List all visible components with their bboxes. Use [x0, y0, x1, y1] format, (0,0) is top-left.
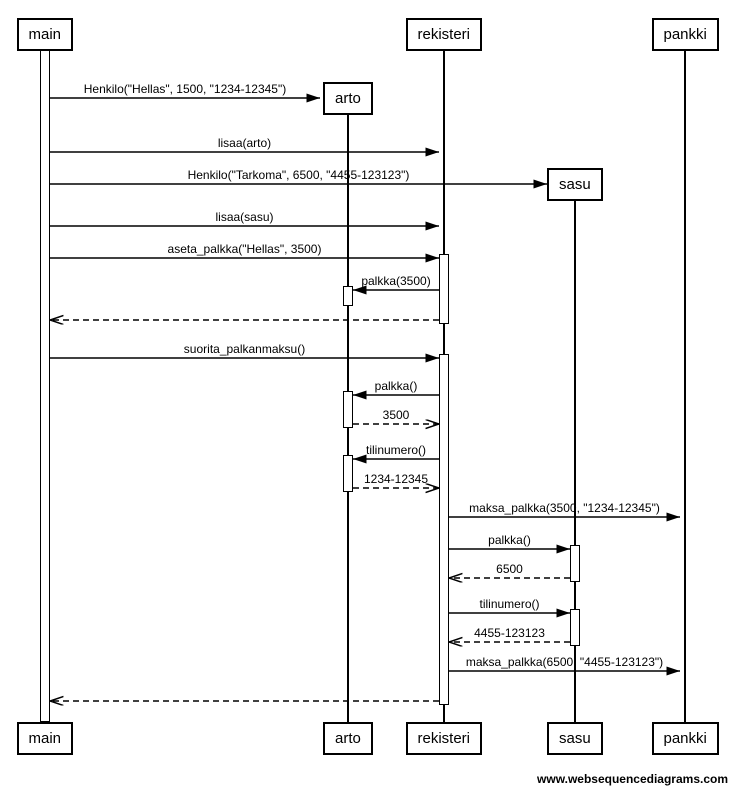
actor-sasu: sasu [547, 722, 603, 755]
message-label: palkka() [488, 533, 531, 547]
actor-sasu: sasu [547, 168, 603, 201]
message-label: 1234-12345 [364, 472, 428, 486]
actor-main: main [17, 722, 74, 755]
activation-rekisteri [439, 254, 449, 324]
activation-sasu [570, 545, 580, 582]
actor-arto: arto [323, 82, 373, 115]
activation-main [40, 50, 50, 722]
message-label: maksa_palkka(6500, "4455-123123") [466, 655, 663, 669]
actor-arto: arto [323, 722, 373, 755]
message-label: Henkilo("Hellas", 1500, "1234-12345") [84, 82, 287, 96]
message-label: 4455-123123 [474, 626, 545, 640]
message-label: Henkilo("Tarkoma", 6500, "4455-123123") [188, 168, 410, 182]
message-label: palkka() [375, 379, 418, 393]
message-label: 6500 [496, 562, 523, 576]
footer-credit: www.websequencediagrams.com [537, 772, 728, 786]
actor-pankki: pankki [652, 18, 719, 51]
message-label: tilinumero() [366, 443, 426, 457]
activation-sasu [570, 609, 580, 646]
message-label: tilinumero() [479, 597, 539, 611]
lifeline-pankki [684, 50, 686, 722]
activation-arto [343, 286, 353, 306]
message-label: lisaa(arto) [218, 136, 271, 150]
actor-main: main [17, 18, 74, 51]
actor-pankki: pankki [652, 722, 719, 755]
activation-arto [343, 391, 353, 428]
message-label: lisaa(sasu) [215, 210, 273, 224]
message-label: palkka(3500) [361, 274, 430, 288]
message-label: 3500 [383, 408, 410, 422]
activation-arto [343, 455, 353, 492]
actor-rekisteri: rekisteri [406, 722, 483, 755]
actor-rekisteri: rekisteri [406, 18, 483, 51]
message-label: aseta_palkka("Hellas", 3500) [168, 242, 322, 256]
message-label: suorita_palkanmaksu() [184, 342, 305, 356]
sequence-diagram: main main arto arto rekisteri rekisteri sasu sa… [0, 0, 740, 796]
message-label: maksa_palkka(3500, "1234-12345") [469, 501, 660, 515]
activation-rekisteri [439, 354, 449, 705]
